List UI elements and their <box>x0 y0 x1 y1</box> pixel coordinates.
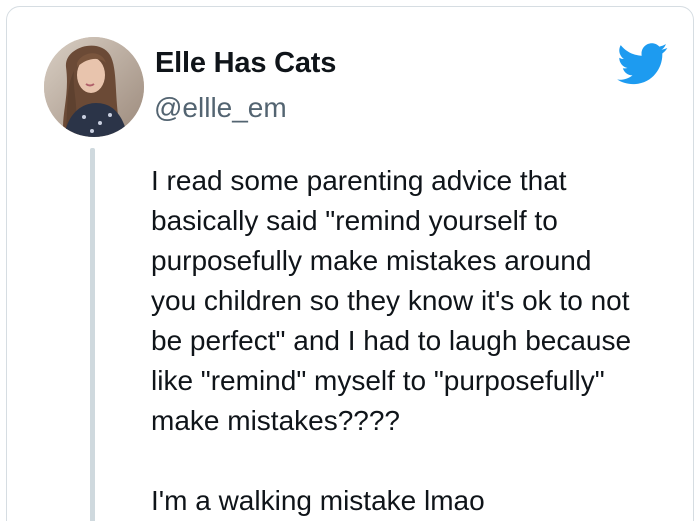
tweet-text-line: purposefully make mistakes around <box>151 245 592 276</box>
avatar[interactable] <box>44 37 144 137</box>
tweet-text-line: make mistakes???? <box>151 405 401 436</box>
twitter-bird-icon[interactable] <box>617 43 669 85</box>
display-name[interactable]: Elle Has Cats <box>155 47 336 80</box>
paragraph-break <box>151 441 696 481</box>
user-handle[interactable]: @ellle_em <box>154 92 287 124</box>
tweet-text-line: you children so they know it's ok to not <box>151 285 630 316</box>
tweet-text-line: I'm a walking mistake lmao <box>151 485 485 516</box>
tweet-card[interactable]: Elle Has Cats @ellle_em I read some pare… <box>6 6 694 521</box>
avatar-photo <box>44 37 144 137</box>
tweet-text-line: basically said "remind yourself to <box>151 205 558 236</box>
tweet-text: I read some parenting advice that basica… <box>151 161 696 521</box>
thread-connector-line <box>90 148 95 521</box>
tweet-text-line: be perfect" and I had to laugh because <box>151 325 632 356</box>
tweet-text-line: like "remind" myself to "purposefully" <box>151 365 605 396</box>
tweet-text-line: I read some parenting advice that <box>151 165 567 196</box>
